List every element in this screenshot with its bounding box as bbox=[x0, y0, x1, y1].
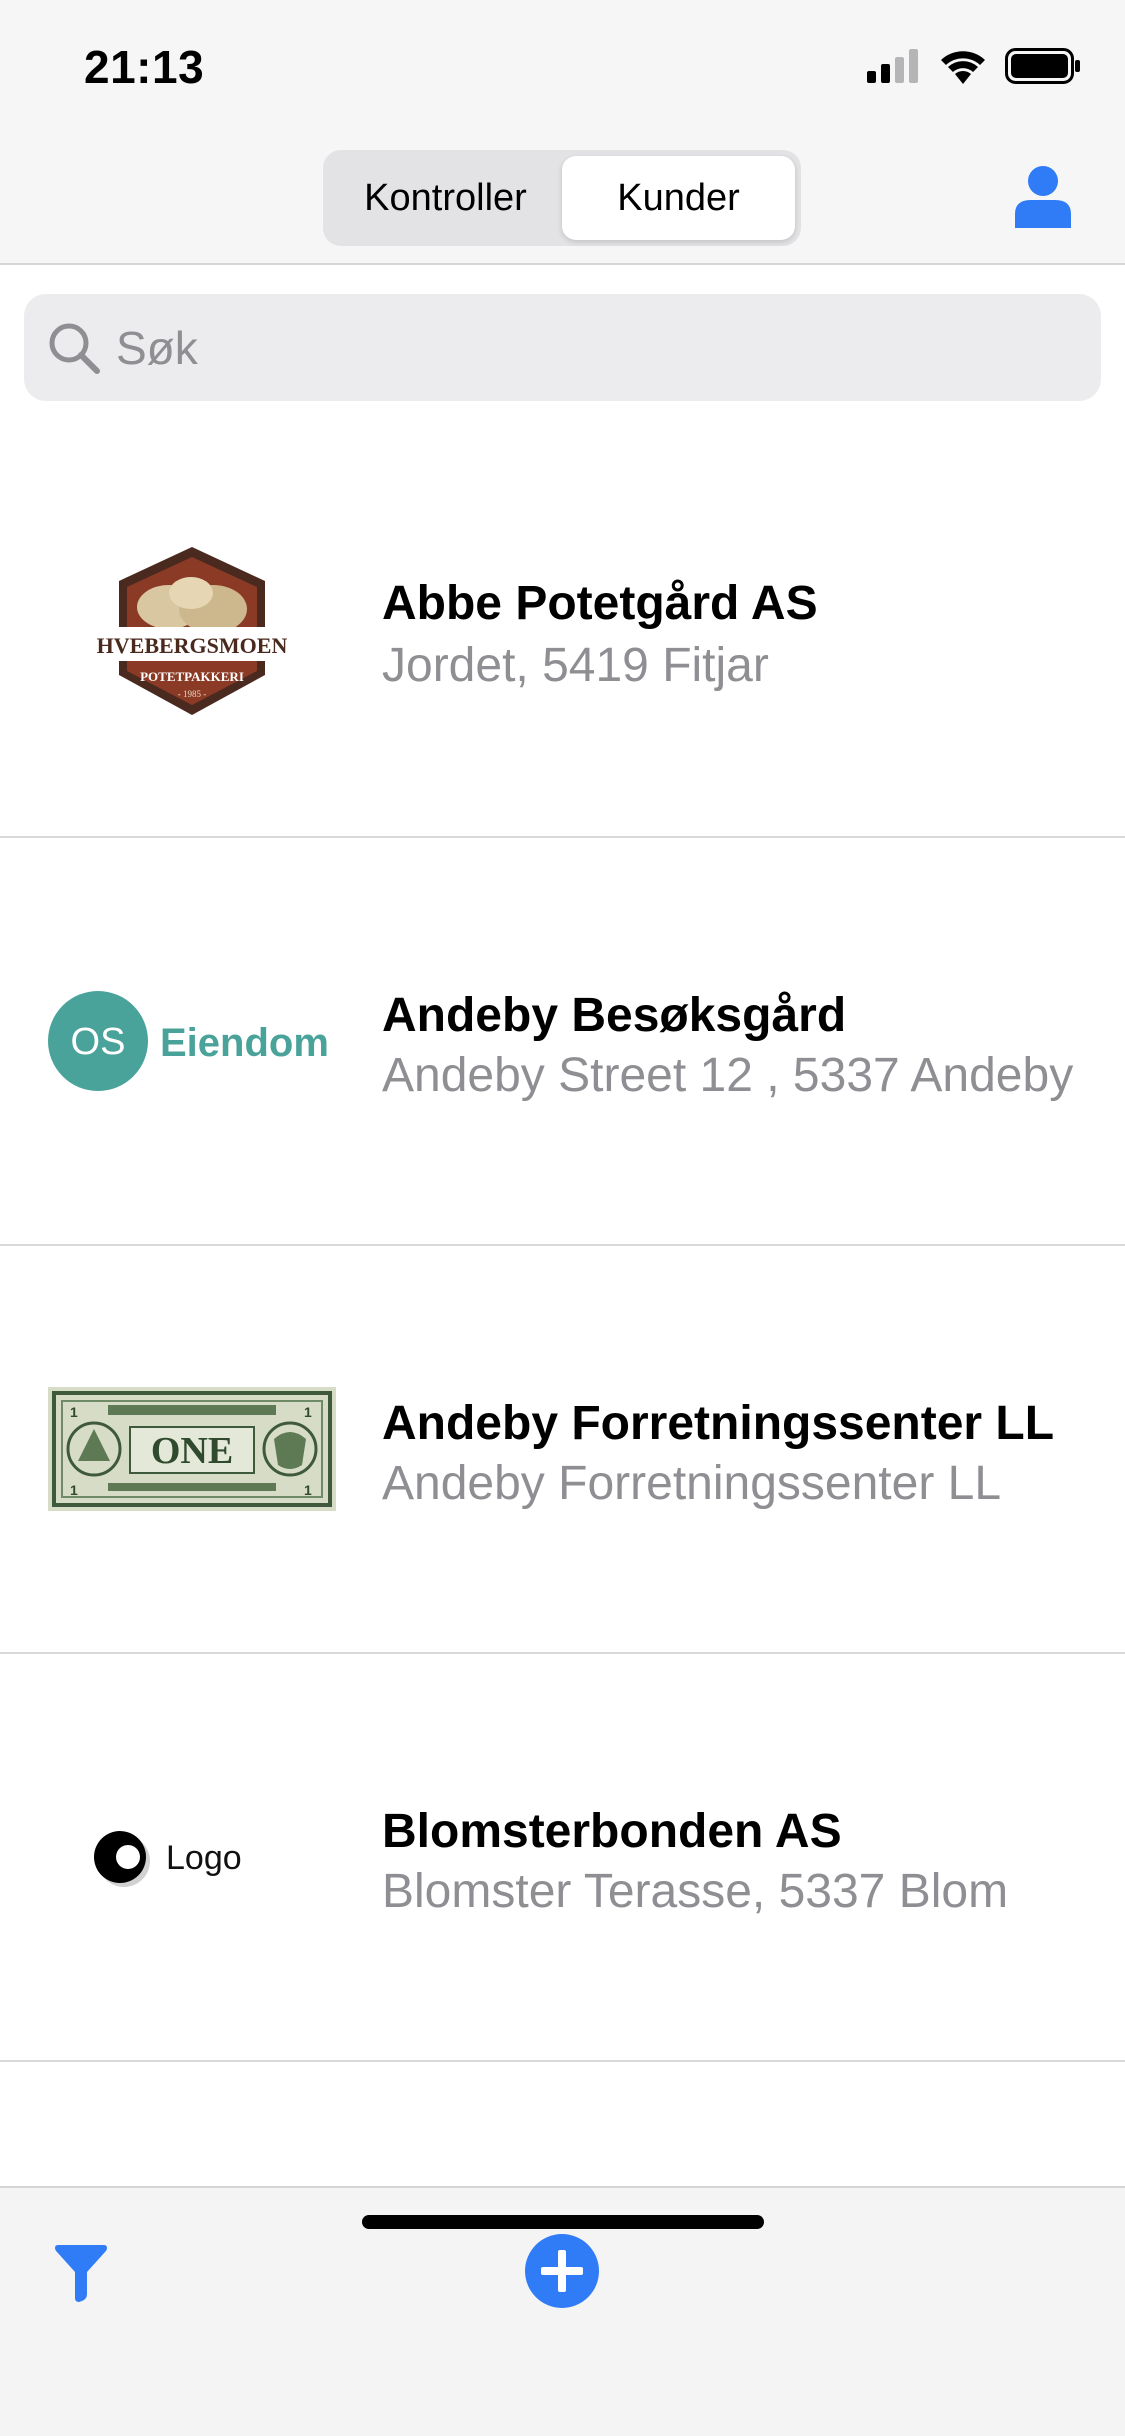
signal-icon bbox=[867, 49, 918, 83]
svg-text:1: 1 bbox=[304, 1482, 312, 1498]
logo-word: Logo bbox=[166, 1839, 242, 1877]
top-bar: 21:13 Kontroller Kunder bbox=[0, 0, 1125, 265]
logo-word: Eiendom bbox=[160, 1021, 329, 1065]
customer-logo: Logo bbox=[48, 1654, 336, 2060]
customer-name: Andeby Besøksgård bbox=[382, 989, 847, 1042]
filter-icon[interactable] bbox=[52, 2244, 110, 2302]
segmented-control: Kontroller Kunder bbox=[323, 150, 801, 246]
status-time: 21:13 bbox=[84, 41, 205, 93]
customer-address: Blomster Terasse, 5337 Blom bbox=[382, 1865, 1009, 1918]
logo-line1: HVEBERGSMOEN bbox=[97, 633, 288, 658]
customer-row[interactable]: HVEBERGSMOEN POTETPAKKERI - 1985 - Abbe … bbox=[0, 430, 1125, 838]
customer-logo: ONE 1 1 1 1 bbox=[48, 1246, 336, 1652]
battery-icon bbox=[1005, 48, 1080, 84]
dollar-bill-logo: ONE 1 1 1 1 bbox=[48, 1387, 336, 1511]
segment-kunder[interactable]: Kunder bbox=[562, 156, 795, 240]
customer-address: Andeby Forretningssenter LL bbox=[382, 1457, 1002, 1510]
search-input[interactable] bbox=[116, 320, 1016, 375]
status-icons bbox=[867, 48, 1081, 84]
customer-logo: OS Eiendom bbox=[48, 838, 336, 1244]
add-circle-icon[interactable] bbox=[525, 2234, 599, 2308]
logo-placeholder: Logo bbox=[94, 1831, 242, 1887]
svg-text:1: 1 bbox=[70, 1482, 78, 1498]
os-eiendom-logo: OS Eiendom bbox=[48, 991, 329, 1091]
bill-word: ONE bbox=[151, 1430, 233, 1472]
customer-address: Jordet, 5419 Fitjar bbox=[382, 639, 769, 692]
logo-line2: POTETPAKKERI bbox=[140, 669, 244, 684]
logo-line3: - 1985 - bbox=[178, 689, 207, 699]
search-bar[interactable] bbox=[24, 294, 1101, 401]
svg-text:1: 1 bbox=[304, 1404, 312, 1420]
wifi-icon bbox=[941, 51, 985, 84]
customer-name: Abbe Potetgård AS bbox=[382, 577, 818, 630]
customer-name: Andeby Forretningssenter LL bbox=[382, 1397, 1055, 1450]
person-icon[interactable] bbox=[1013, 164, 1073, 228]
customer-row[interactable]: ONE 1 1 1 1 Andeby Forretningssenter LL … bbox=[0, 1246, 1125, 1654]
search-icon bbox=[49, 323, 100, 374]
segment-kontroller[interactable]: Kontroller bbox=[329, 156, 562, 240]
home-indicator[interactable] bbox=[362, 2215, 764, 2229]
customer-list: HVEBERGSMOEN POTETPAKKERI - 1985 - Abbe … bbox=[0, 430, 1125, 2062]
customer-logo: HVEBERGSMOEN POTETPAKKERI - 1985 - bbox=[48, 430, 336, 836]
customer-name: Blomsterbonden AS bbox=[382, 1805, 842, 1858]
customer-row[interactable]: Logo Blomsterbonden AS Blomster Terasse,… bbox=[0, 1654, 1125, 2062]
customer-address: Andeby Street 12 , 5337 Andeby bbox=[382, 1049, 1074, 1102]
svg-text:1: 1 bbox=[70, 1404, 78, 1420]
customer-row[interactable]: OS Eiendom Andeby Besøksgård Andeby Stre… bbox=[0, 838, 1125, 1246]
hvebergsmoen-logo: HVEBERGSMOEN POTETPAKKERI - 1985 - bbox=[87, 547, 297, 715]
logo-badge-text: OS bbox=[71, 1021, 126, 1063]
